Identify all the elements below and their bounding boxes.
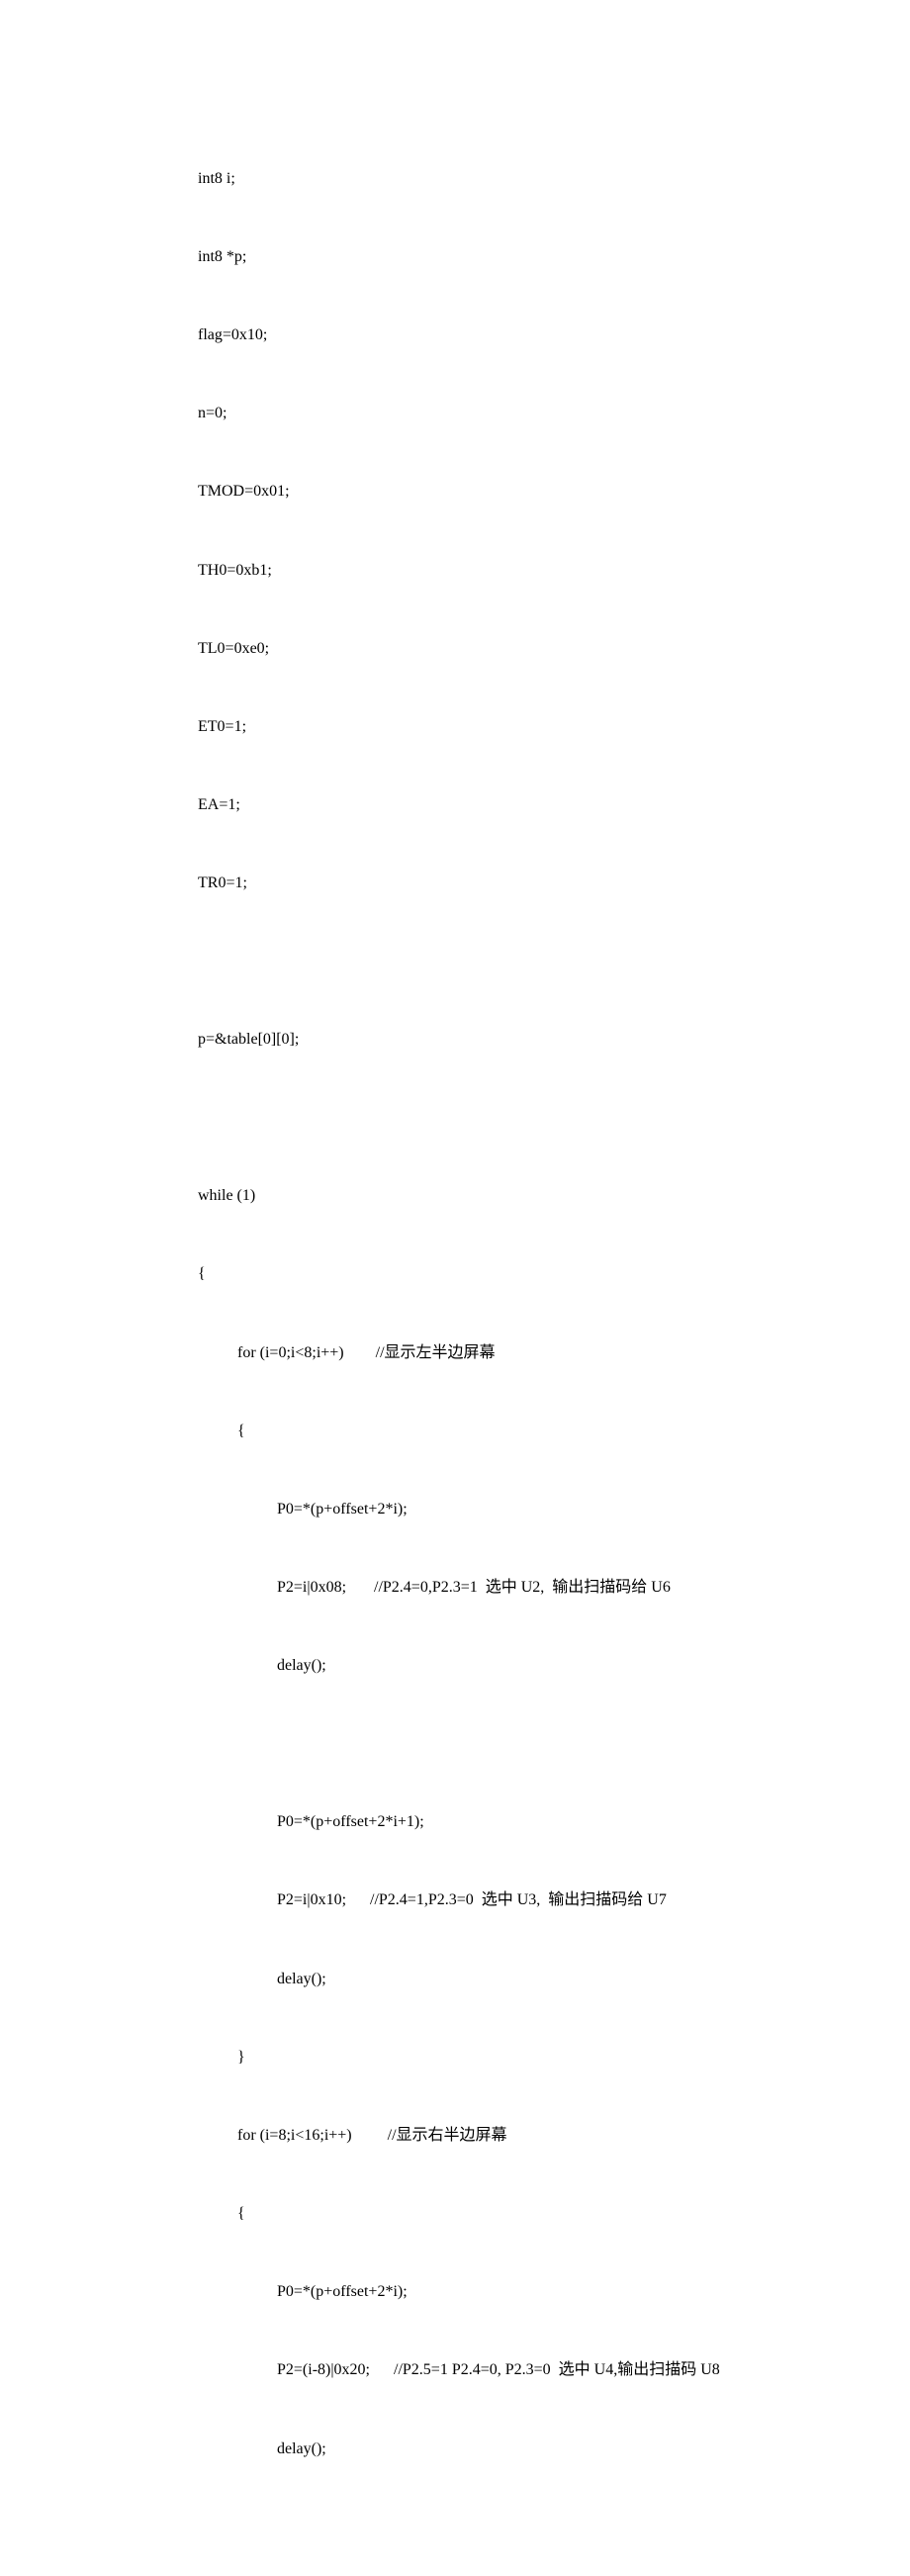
code-block: int8 i; int8 *p; flag=0x10; n=0; TMOD=0x… — [158, 114, 851, 2576]
blank-line — [158, 950, 851, 975]
blank-line — [158, 1731, 851, 1757]
blank-line — [158, 2515, 851, 2540]
code-line: n=0; — [158, 401, 851, 426]
code-line: p=&table[0][0]; — [158, 1027, 851, 1053]
code-line: P0=*(p+offset+2*i); — [158, 2279, 851, 2305]
code-line: delay(); — [158, 2437, 851, 2462]
code-line: int8 i; — [158, 166, 851, 192]
code-line: P0=*(p+offset+2*i+1); — [158, 1809, 851, 1835]
code-line: delay(); — [158, 1653, 851, 1679]
code-line: delay(); — [158, 1967, 851, 1992]
code-line: { — [158, 2201, 851, 2227]
code-line: { — [158, 1261, 851, 1287]
code-line: TR0=1; — [158, 871, 851, 896]
code-line: P2=i|0x10; //P2.4=1,P2.3=0 选中 U3, 输出扫描码给… — [158, 1887, 851, 1913]
code-line: flag=0x10; — [158, 322, 851, 348]
code-line: ET0=1; — [158, 714, 851, 740]
code-page: int8 i; int8 *p; flag=0x10; n=0; TMOD=0x… — [0, 0, 851, 2576]
code-line: while (1) — [158, 1183, 851, 1209]
blank-line — [158, 1105, 851, 1131]
code-line: EA=1; — [158, 792, 851, 818]
code-line: for (i=0;i<8;i++) //显示左半边屏幕 — [158, 1340, 851, 1366]
code-line: } — [158, 2045, 851, 2070]
code-line: P2=i|0x08; //P2.4=0,P2.3=1 选中 U2, 输出扫描码给… — [158, 1575, 851, 1601]
code-line: for (i=8;i<16;i++) //显示右半边屏幕 — [158, 2123, 851, 2149]
code-line: TH0=0xb1; — [158, 558, 851, 584]
code-line: P2=(i-8)|0x20; //P2.5=1 P2.4=0, P2.3=0 选… — [158, 2357, 851, 2383]
code-line: TMOD=0x01; — [158, 479, 851, 505]
code-line: TL0=0xe0; — [158, 636, 851, 662]
code-line: int8 *p; — [158, 244, 851, 270]
code-line: P0=*(p+offset+2*i); — [158, 1497, 851, 1522]
code-line: { — [158, 1419, 851, 1444]
